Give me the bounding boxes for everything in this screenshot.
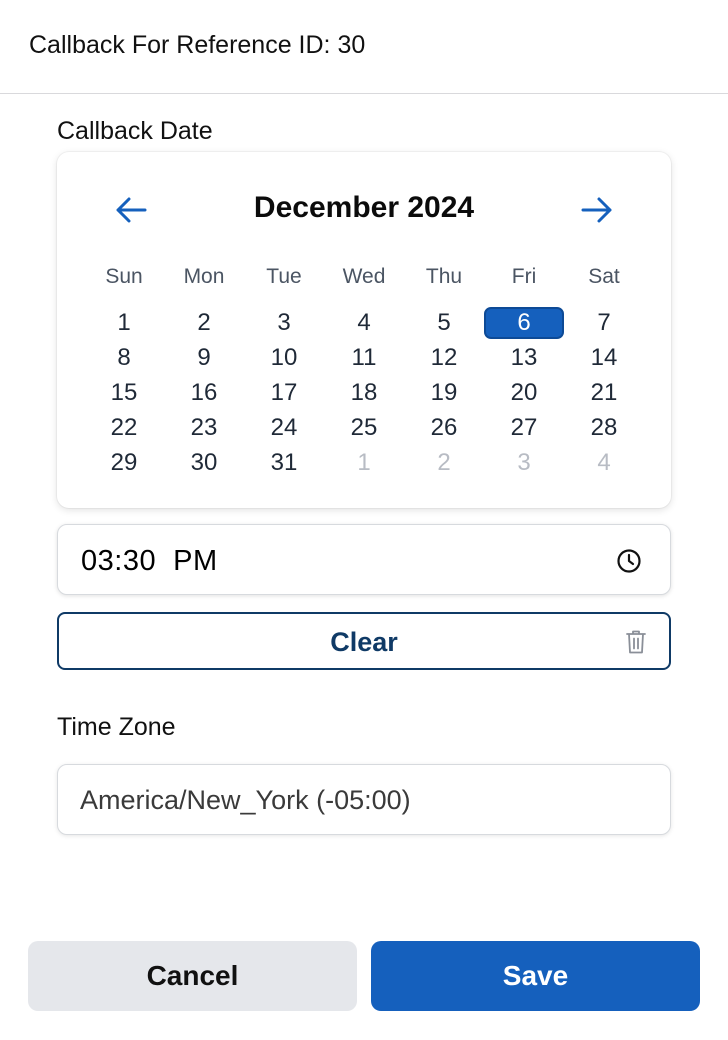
- weekday-label: Wed: [342, 265, 386, 288]
- calendar-day[interactable]: 18: [324, 377, 404, 409]
- weekday-label: Thu: [425, 265, 463, 288]
- calendar-day[interactable]: 28: [564, 412, 644, 444]
- arrow-right-icon: [581, 197, 612, 223]
- weekday-label: Mon: [183, 265, 225, 288]
- cancel-button[interactable]: Cancel: [28, 941, 357, 1011]
- calendar-day[interactable]: 20: [484, 377, 564, 409]
- calendar-week-row: 15 16 17 18 19 20 21: [84, 377, 644, 409]
- weekday-label: Tue: [266, 265, 302, 288]
- save-button[interactable]: Save: [371, 941, 700, 1011]
- calendar-day[interactable]: 17: [244, 377, 324, 409]
- calendar-day[interactable]: 15: [84, 377, 164, 409]
- time-zone-label: Time Zone: [57, 713, 176, 741]
- calendar-day[interactable]: 2: [164, 307, 244, 339]
- weekday-header-row: Sun Mon Tue Wed Thu Fri Sat: [84, 264, 644, 290]
- calendar-day[interactable]: 21: [564, 377, 644, 409]
- calendar-day[interactable]: 8: [84, 342, 164, 374]
- time-input-value: 03:30 PM: [81, 545, 218, 577]
- trash-icon: [626, 630, 646, 654]
- calendar-day[interactable]: 9: [164, 342, 244, 374]
- clock-icon[interactable]: [616, 548, 642, 574]
- calendar-day[interactable]: 7: [564, 307, 644, 339]
- weekday-label: Fri: [511, 265, 537, 288]
- calendar-day[interactable]: 19: [404, 377, 484, 409]
- time-zone-select[interactable]: America/New_York (-05:00): [57, 764, 671, 835]
- weekday-label: Sat: [588, 265, 620, 288]
- calendar-week-row: 8 9 10 11 12 13 14: [84, 342, 644, 374]
- calendar-week-row: 1 2 3 4 5 6 7: [84, 307, 644, 339]
- calendar-day[interactable]: 4: [324, 307, 404, 339]
- calendar-day[interactable]: 10: [244, 342, 324, 374]
- calendar-week-row: 29 30 31 1 2 3 4: [84, 447, 644, 479]
- callback-date-label: Callback Date: [57, 117, 213, 145]
- calendar-day[interactable]: 25: [324, 412, 404, 444]
- calendar-day[interactable]: 27: [484, 412, 564, 444]
- calendar-day[interactable]: 24: [244, 412, 324, 444]
- calendar-day[interactable]: 12: [404, 342, 484, 374]
- dialog-title: Callback For Reference ID: 30: [29, 31, 366, 59]
- calendar-day[interactable]: 22: [84, 412, 164, 444]
- calendar-day-selected[interactable]: 6: [484, 307, 564, 339]
- next-month-button[interactable]: [577, 192, 617, 228]
- clear-button[interactable]: Clear: [57, 612, 671, 670]
- calendar-day[interactable]: 3: [244, 307, 324, 339]
- calendar-day-next-month[interactable]: 2: [404, 447, 484, 479]
- calendar-day[interactable]: 13: [484, 342, 564, 374]
- weekday-label: Sun: [105, 265, 143, 288]
- calendar-day-next-month[interactable]: 4: [564, 447, 644, 479]
- time-zone-value: America/New_York (-05:00): [80, 785, 411, 815]
- date-picker-calendar: December 2024 Sun Mon Tue Wed Thu Fri Sa…: [57, 152, 671, 508]
- dialog-header: Callback For Reference ID: 30: [0, 0, 728, 94]
- calendar-day[interactable]: 23: [164, 412, 244, 444]
- calendar-day[interactable]: 11: [324, 342, 404, 374]
- calendar-day[interactable]: 16: [164, 377, 244, 409]
- time-input[interactable]: 03:30 PM: [57, 524, 671, 595]
- calendar-day[interactable]: 14: [564, 342, 644, 374]
- calendar-day[interactable]: 26: [404, 412, 484, 444]
- calendar-day[interactable]: 1: [84, 307, 164, 339]
- clear-button-label: Clear: [330, 627, 398, 657]
- calendar-day[interactable]: 30: [164, 447, 244, 479]
- calendar-day[interactable]: 29: [84, 447, 164, 479]
- calendar-day-next-month[interactable]: 1: [324, 447, 404, 479]
- calendar-day[interactable]: 31: [244, 447, 324, 479]
- calendar-day[interactable]: 5: [404, 307, 484, 339]
- calendar-day-next-month[interactable]: 3: [484, 447, 564, 479]
- calendar-week-row: 22 23 24 25 26 27 28: [84, 412, 644, 444]
